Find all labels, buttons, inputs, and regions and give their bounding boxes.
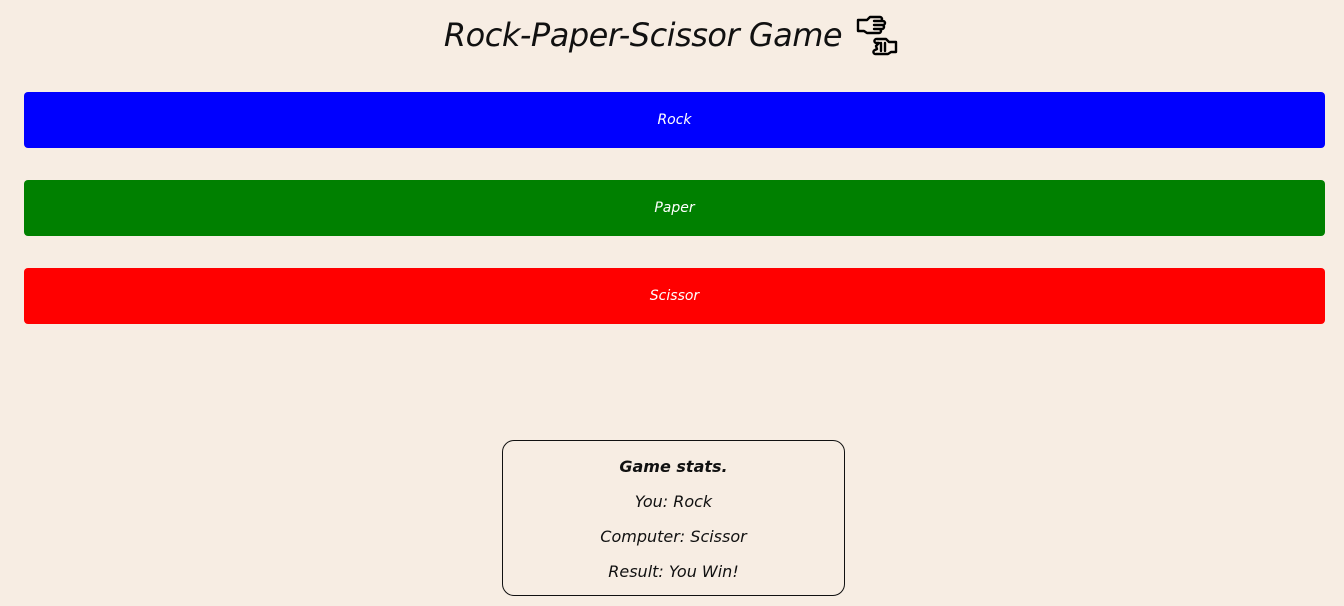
page-title: Rock-Paper-Scissor Game bbox=[443, 16, 843, 54]
rock-button[interactable]: Rock bbox=[24, 92, 1325, 148]
computer-choice-text: Computer: Scissor bbox=[600, 527, 747, 546]
rock-paper-scissors-hands-icon bbox=[854, 12, 900, 58]
result-text: Result: You Win! bbox=[608, 562, 739, 581]
stats-heading: Game stats. bbox=[619, 457, 728, 476]
scissor-button[interactable]: Scissor bbox=[24, 268, 1325, 324]
player-choice-text: You: Rock bbox=[634, 492, 713, 511]
paper-button[interactable]: Paper bbox=[24, 180, 1325, 236]
game-stats-panel: Game stats. You: Rock Computer: Scissor … bbox=[502, 440, 845, 596]
header: Rock-Paper-Scissor Game bbox=[0, 0, 1344, 70]
